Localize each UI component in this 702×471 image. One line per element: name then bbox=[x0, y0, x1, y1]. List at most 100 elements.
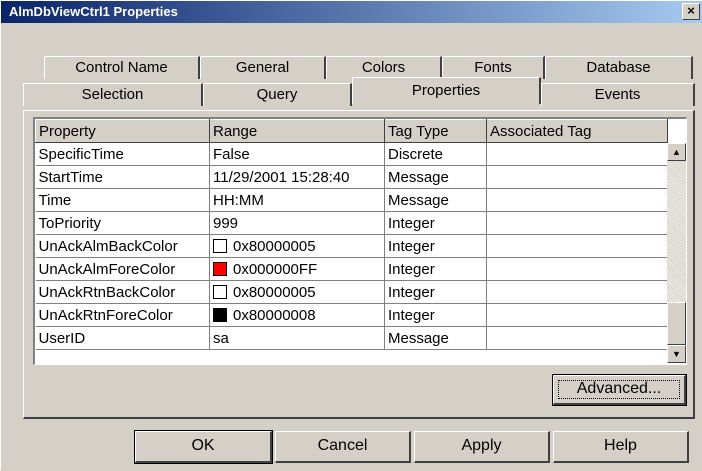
scroll-up-button[interactable]: ▲ bbox=[667, 143, 686, 161]
tag-type-cell[interactable]: Message bbox=[384, 165, 487, 189]
property-cell-text: Time bbox=[38, 191, 72, 209]
range-cell-text: 11/29/2001 15:28:40 bbox=[213, 168, 350, 186]
tab-fonts[interactable]: Fonts bbox=[442, 56, 545, 79]
table-row[interactable]: UnAckAlmForeColor 0x000000FF Integer bbox=[35, 257, 668, 281]
property-cell[interactable]: Time bbox=[35, 188, 210, 212]
tab-query[interactable]: Query bbox=[203, 83, 352, 106]
tag-type-cell-text: Integer bbox=[388, 283, 435, 301]
tab-control-name[interactable]: Control Name bbox=[44, 56, 200, 79]
tab-label: Properties bbox=[411, 82, 481, 99]
associated-tag-cell[interactable] bbox=[486, 211, 668, 235]
title-bar[interactable]: AlmDbViewCtrl1 Properties × bbox=[1, 1, 702, 23]
tab-label: Database bbox=[586, 59, 651, 76]
table-row[interactable]: ToPriority 999 Integer bbox=[35, 211, 668, 235]
tag-type-cell[interactable]: Integer bbox=[384, 234, 487, 258]
range-cell[interactable]: 0x000000FF bbox=[209, 257, 385, 281]
column-header-associated-tag[interactable]: Associated Tag bbox=[486, 119, 668, 143]
range-cell-text: sa bbox=[213, 329, 229, 347]
color-swatch bbox=[213, 307, 227, 322]
property-cell[interactable]: UnAckRtnForeColor bbox=[35, 303, 210, 327]
properties-dialog: AlmDbViewCtrl1 Properties × Control Name… bbox=[0, 0, 702, 471]
associated-tag-cell[interactable] bbox=[486, 142, 668, 166]
range-cell[interactable]: 0x80000008 bbox=[209, 303, 385, 327]
tab-label: Control Name bbox=[75, 59, 168, 76]
tag-type-cell-text: Integer bbox=[388, 214, 435, 232]
range-cell[interactable]: 0x80000005 bbox=[209, 234, 385, 258]
column-header-range[interactable]: Range bbox=[209, 119, 385, 143]
property-cell[interactable]: UnAckAlmBackColor bbox=[35, 234, 210, 258]
property-cell[interactable]: SpecificTime bbox=[35, 142, 210, 166]
column-header-tag-type[interactable]: Tag Type bbox=[384, 119, 487, 143]
close-button[interactable]: × bbox=[682, 3, 700, 20]
tab-label: Fonts bbox=[474, 59, 512, 76]
tab-database[interactable]: Database bbox=[545, 56, 693, 79]
cancel-button[interactable]: Cancel bbox=[275, 431, 411, 463]
tag-type-cell-text: Integer bbox=[388, 237, 435, 255]
tab-label: General bbox=[235, 59, 290, 76]
properties-grid[interactable]: Property Range Tag Type Associated Tag S… bbox=[33, 117, 687, 365]
tag-type-cell[interactable]: Integer bbox=[384, 303, 487, 327]
tag-type-cell[interactable]: Discrete bbox=[384, 142, 487, 166]
range-cell[interactable]: False bbox=[209, 142, 385, 166]
range-cell[interactable]: 999 bbox=[209, 211, 385, 235]
table-row[interactable]: UnAckRtnBackColor 0x80000005 Integer bbox=[35, 280, 668, 304]
tag-type-cell[interactable]: Integer bbox=[384, 211, 487, 235]
vertical-scrollbar[interactable]: ▲ ▼ bbox=[667, 143, 686, 363]
property-cell[interactable]: StartTime bbox=[35, 165, 210, 189]
table-row[interactable]: UnAckAlmBackColor 0x80000005 Integer bbox=[35, 234, 668, 258]
associated-tag-cell[interactable] bbox=[486, 234, 668, 258]
help-button[interactable]: Help bbox=[553, 431, 689, 463]
tag-type-cell-text: Message bbox=[388, 191, 449, 209]
associated-tag-cell[interactable] bbox=[486, 188, 668, 212]
tag-type-cell[interactable]: Integer bbox=[384, 257, 487, 281]
range-cell[interactable]: HH:MM bbox=[209, 188, 385, 212]
property-cell[interactable]: UnAckRtnBackColor bbox=[35, 280, 210, 304]
range-cell-text: 0x80000005 bbox=[233, 283, 316, 301]
scroll-up-icon: ▲ bbox=[672, 147, 681, 157]
associated-tag-cell[interactable] bbox=[486, 303, 668, 327]
property-cell[interactable]: UnAckAlmForeColor bbox=[35, 257, 210, 281]
ok-button[interactable]: OK bbox=[134, 430, 273, 464]
tab-properties[interactable]: Properties bbox=[352, 77, 541, 104]
range-cell-text: 0x000000FF bbox=[233, 260, 318, 278]
scroll-thumb[interactable] bbox=[667, 302, 686, 345]
scroll-down-button[interactable]: ▼ bbox=[667, 345, 686, 363]
tab-general[interactable]: General bbox=[200, 56, 326, 79]
tag-type-cell[interactable]: Integer bbox=[384, 280, 487, 304]
range-cell-text: False bbox=[213, 145, 250, 163]
table-row[interactable]: UserID sa Message bbox=[35, 326, 668, 350]
associated-tag-cell[interactable] bbox=[486, 257, 668, 281]
advanced-button[interactable]: Advanced... bbox=[552, 374, 687, 406]
properties-table: Property Range Tag Type Associated Tag S… bbox=[35, 119, 668, 350]
left-edge bbox=[1, 23, 4, 471]
associated-tag-cell[interactable] bbox=[486, 165, 668, 189]
cancel-label: Cancel bbox=[317, 437, 368, 454]
tag-type-cell[interactable]: Message bbox=[384, 188, 487, 212]
property-cell-text: StartTime bbox=[38, 168, 103, 186]
tab-events[interactable]: Events bbox=[541, 83, 695, 106]
table-row[interactable]: SpecificTime False Discrete bbox=[35, 142, 668, 166]
color-swatch bbox=[213, 284, 227, 299]
tag-type-cell[interactable]: Message bbox=[384, 326, 487, 350]
tab-label: Query bbox=[256, 86, 298, 103]
property-cell-text: ToPriority bbox=[38, 214, 102, 232]
table-row[interactable]: UnAckRtnForeColor 0x80000008 Integer bbox=[35, 303, 668, 327]
range-cell[interactable]: 0x80000005 bbox=[209, 280, 385, 304]
apply-button[interactable]: Apply bbox=[414, 431, 550, 463]
tab-colors[interactable]: Colors bbox=[326, 56, 442, 79]
property-cell-text: UserID bbox=[38, 329, 86, 347]
range-cell-text: 0x80000008 bbox=[233, 306, 316, 324]
property-cell[interactable]: UserID bbox=[35, 326, 210, 350]
column-header-property[interactable]: Property bbox=[35, 119, 210, 143]
property-cell[interactable]: ToPriority bbox=[35, 211, 210, 235]
scroll-down-icon: ▼ bbox=[672, 349, 681, 359]
tab-selection[interactable]: Selection bbox=[23, 83, 203, 106]
tab-label: Selection bbox=[81, 86, 144, 103]
associated-tag-cell[interactable] bbox=[486, 326, 668, 350]
range-cell[interactable]: sa bbox=[209, 326, 385, 350]
associated-tag-cell[interactable] bbox=[486, 280, 668, 304]
table-row[interactable]: StartTime 11/29/2001 15:28:40 Message bbox=[35, 165, 668, 189]
table-row[interactable]: Time HH:MM Message bbox=[35, 188, 668, 212]
tag-type-cell-text: Message bbox=[388, 329, 449, 347]
range-cell[interactable]: 11/29/2001 15:28:40 bbox=[209, 165, 385, 189]
